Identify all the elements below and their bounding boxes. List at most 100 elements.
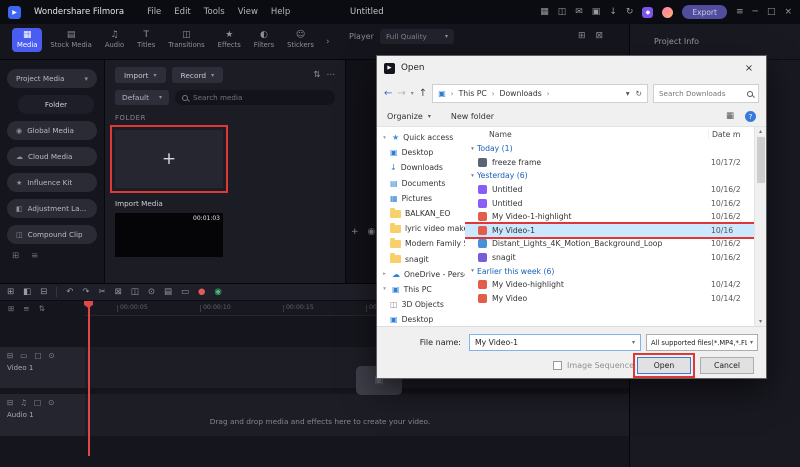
list-view-icon[interactable]: ≡ — [31, 251, 38, 261]
sidebar-item-cloud-media[interactable]: ☁ Cloud Media — [7, 147, 97, 166]
split-icon[interactable]: ✂ — [99, 287, 106, 297]
history-chevron-icon[interactable]: ▾ — [411, 90, 414, 97]
file-row[interactable]: My Video-1-highlight 10/16/2 — [465, 210, 754, 224]
tabs-overflow-icon[interactable]: › — [326, 37, 330, 47]
menu-edit[interactable]: Edit — [174, 7, 190, 17]
redo-icon[interactable]: ↷ — [82, 287, 89, 297]
menu-view[interactable]: View — [238, 7, 258, 17]
crop-icon[interactable]: ◫ — [131, 287, 139, 297]
tree-item-modern-family[interactable]: Modern Family S — [377, 236, 465, 251]
column-name[interactable]: Name — [465, 130, 708, 139]
help-icon[interactable]: ? — [745, 111, 756, 122]
dialog-titlebar[interactable]: ▶ Open × — [377, 56, 766, 80]
chevron-down-icon[interactable]: ▾ — [632, 339, 635, 346]
sidebar-item-project-media[interactable]: Project Media ▾ — [7, 69, 97, 88]
tree-item-pictures[interactable]: ▦ Pictures — [377, 191, 465, 206]
tree-item-balkan-eo[interactable]: BALKAN_EO — [377, 206, 465, 221]
address-dropdown-icon[interactable]: ▾ — [626, 89, 630, 98]
tree-item-quick-access[interactable]: ▾ ★ Quick access — [377, 130, 465, 145]
playback-quality-dropdown[interactable]: Full Quality ▾ — [380, 29, 454, 44]
sidebar-item-global-media[interactable]: ◉ Global Media — [7, 121, 97, 140]
workspace-icon[interactable]: ▦ — [540, 7, 549, 17]
new-folder-button[interactable]: New folder — [451, 112, 494, 121]
file-row[interactable]: My Video 10/14/2 — [465, 292, 754, 306]
download-icon[interactable]: ↓ — [609, 7, 617, 17]
image-sequence-checkbox[interactable] — [553, 361, 562, 370]
minimize-icon[interactable]: ─ — [753, 7, 758, 17]
file-list-scrollbar[interactable]: ▴ ▾ — [754, 127, 766, 326]
track-visibility-icon[interactable]: ⊙ — [48, 398, 54, 407]
sync-icon[interactable]: ↻ — [626, 7, 634, 17]
tree-item-documents[interactable]: ▤ Documents — [377, 176, 465, 191]
tab-stock-media[interactable]: ▤ Stock Media — [45, 28, 96, 52]
file-type-dropdown[interactable]: All supported files(*.MP4,*.FLV; ▾ — [646, 334, 758, 351]
cancel-button[interactable]: Cancel — [700, 357, 754, 374]
playhead-line[interactable] — [88, 301, 90, 456]
tree-item-this-pc[interactable]: ▾ ▣ This PC — [377, 282, 465, 297]
tab-audio[interactable]: ♫ Audio — [100, 28, 129, 52]
track-thumb-icon[interactable]: ▭ — [20, 351, 27, 360]
track-manage-icon[interactable]: ◧ — [23, 287, 31, 297]
file-row-selected-my-video-1[interactable]: My Video-1 10/16 — [465, 224, 754, 238]
menu-tools[interactable]: Tools — [204, 7, 225, 17]
track-lock-icon[interactable]: □ — [34, 398, 41, 407]
address-bar[interactable]: ▣ › This PC › Downloads › ▾ ↻ — [432, 84, 648, 103]
media-pool-icon[interactable]: ⊞ — [7, 287, 14, 297]
file-row[interactable]: snagit 10/16/2 — [465, 251, 754, 265]
more-options-icon[interactable]: ⋯ — [327, 70, 336, 80]
forward-icon[interactable]: → — [397, 88, 405, 99]
tree-item-3d-objects[interactable]: ◫ 3D Objects — [377, 297, 465, 312]
settings-icon[interactable]: ≡ — [736, 7, 744, 17]
expand-icon[interactable]: ▾ — [381, 286, 388, 292]
tab-filters[interactable]: ◐ Filters — [249, 28, 279, 52]
file-row[interactable]: Untitled 10/16/2 — [465, 196, 754, 210]
breadcrumb-downloads[interactable]: Downloads — [500, 89, 542, 98]
promo-badge-icon[interactable]: ◆ — [642, 7, 653, 18]
new-folder-icon[interactable]: ⊞ — [12, 251, 19, 261]
audio-track-lane[interactable]: ⊟ ♫ □ ⊙ Audio 1 — [0, 394, 629, 436]
tree-item-desktop-pc[interactable]: ▣ Desktop — [377, 312, 465, 326]
file-row[interactable]: freeze frame 10/17/2 — [465, 156, 754, 170]
media-clip-thumbnail[interactable]: 00:01:03 — [115, 213, 223, 257]
expand-icon[interactable]: ▸ — [381, 271, 388, 277]
track-sort-icon[interactable]: ⇅ — [39, 304, 45, 313]
column-date[interactable]: Date m — [708, 130, 754, 139]
avatar[interactable] — [662, 7, 673, 18]
menu-help[interactable]: Help — [271, 7, 290, 17]
view-mode-icon[interactable]: ▦ — [726, 111, 734, 122]
group-row-yesterday[interactable]: ▾ Yesterday (6) — [465, 169, 754, 183]
tab-media[interactable]: ▦ Media — [12, 28, 42, 52]
tab-titles[interactable]: T Titles — [132, 28, 160, 52]
marker-icon[interactable]: ▭ — [181, 287, 189, 297]
track-mute-icon[interactable]: ♫ — [20, 398, 27, 407]
snapshot-icon[interactable]: ◉ — [368, 227, 376, 237]
tab-stickers[interactable]: ☺ Stickers — [282, 28, 319, 52]
organize-button[interactable]: Organize — [387, 112, 423, 121]
sidebar-item-adjustment-layer[interactable]: ◧ Adjustment La... — [7, 199, 97, 218]
up-one-level-icon[interactable]: ↑ — [419, 88, 427, 99]
scrollbar-thumb[interactable] — [757, 137, 765, 183]
sidebar-item-compound-clip[interactable]: ◫ Compound Clip — [7, 225, 97, 244]
tab-effects[interactable]: ★ Effects — [213, 28, 246, 52]
add-to-timeline-icon[interactable]: + — [351, 227, 359, 237]
import-button[interactable]: Import ▾ — [115, 67, 166, 83]
tree-item-lyric-video-make[interactable]: lyric video make — [377, 221, 465, 236]
media-search-input[interactable] — [193, 93, 328, 102]
fullscreen-icon[interactable]: ⊠ — [596, 31, 604, 41]
dialog-close-icon[interactable]: × — [732, 56, 766, 80]
group-collapse-icon[interactable]: ▾ — [468, 146, 477, 152]
track-lock-icon[interactable]: □ — [34, 351, 41, 360]
record-button[interactable]: Record ▾ — [172, 67, 224, 83]
breadcrumb-this-pc[interactable]: This PC — [459, 89, 487, 98]
speed-icon[interactable]: ⊙ — [148, 287, 155, 297]
file-row[interactable]: My Video-highlight 10/14/2 — [465, 278, 754, 292]
delete-icon[interactable]: ⊠ — [115, 287, 122, 297]
open-button[interactable]: Open — [637, 357, 691, 374]
image-sequence-option[interactable]: Image Sequence — [553, 361, 634, 370]
detach-player-icon[interactable]: ⊞ — [578, 31, 586, 41]
layout-icon[interactable]: ◫ — [558, 7, 567, 17]
tree-item-snagit[interactable]: snagit — [377, 252, 465, 267]
scroll-up-icon[interactable]: ▴ — [759, 128, 762, 135]
close-icon[interactable]: × — [784, 7, 792, 17]
refresh-icon[interactable]: ↻ — [636, 89, 642, 98]
